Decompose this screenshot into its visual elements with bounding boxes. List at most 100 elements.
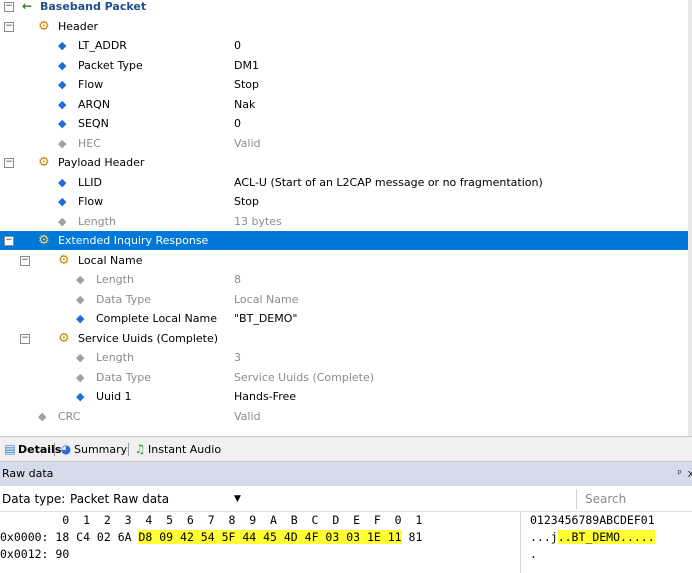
diamond-icon: ◆ [58,215,67,228]
diamond-icon: ◆ [58,39,67,52]
chevron-down-icon[interactable]: ▼ [234,487,241,511]
tree-row[interactable]: ◆ LLID ACL-U (Start of an L2CAP message or… [0,173,688,192]
gear-icon: ⚙ [38,155,50,170]
gear-icon: ⚙ [58,331,70,346]
tab-instant-audio[interactable]: ♫ Instant Audio [132,437,221,461]
tree-row[interactable]: ◆ Length 13 bytes [0,212,688,231]
hex-bytes-highlighted: D8 09 42 54 5F 44 45 4D 4F 03 03 1E 11 [138,530,402,544]
tree-row-label: Data Type [96,371,152,384]
hex-row: 0x0012: 90 [0,546,69,563]
diamond-icon: ◆ [76,371,85,384]
tree-row[interactable]: ◆ Data Type Service Uuids (Complete) [0,368,688,387]
diamond-icon: ◆ [76,293,85,306]
tree-row-value: 0 [234,39,241,52]
diamond-icon: ◆ [58,137,67,150]
tree-row-label: Data Type [96,293,152,306]
tree-row[interactable]: ⚙ Header [0,17,688,36]
ascii-row: ...j..BT_DEMO..... [530,529,655,546]
hex-ascii-divider [520,512,521,573]
tree-row-label: CRC [58,410,81,423]
diamond-icon: ◆ [38,410,47,423]
raw-data-title-bar: Raw data ᵖ x [0,462,692,486]
tree-row[interactable]: ◆ Packet Type DM1 [0,56,688,75]
music-note-icon: ♫ [134,442,146,456]
tree-row[interactable]: ◆ CRC Valid [0,407,688,426]
search-input[interactable]: Search [576,489,692,509]
tree-row[interactable]: ◆ ARQN Nak [0,95,688,114]
tree-row[interactable]: ⚙ Local Name [0,251,688,270]
tree-row-label: Service Uuids (Complete) [78,332,219,345]
tree-row[interactable]: ⚙ Service Uuids (Complete) [0,329,688,348]
gear-icon: ⚙ [38,233,50,248]
tree-row[interactable]: ◆ Data Type Local Name [0,290,688,309]
tree-scrollbar[interactable] [688,0,692,436]
collapse-toggle-icon[interactable] [4,158,14,168]
tab-details[interactable]: ▤ Details [2,437,61,461]
tree-row[interactable]: ◆ Uuid 1 Hands-Free [0,387,688,406]
tree-row-label: ARQN [78,98,111,111]
tree-row-value: Stop [234,78,260,91]
diamond-icon: ◆ [58,78,67,91]
arrow-left-icon: ← [22,0,33,13]
tree-row-label: Local Name [78,254,143,267]
ascii-text: . [530,547,537,561]
tree-row-label: Baseband Packet [40,0,147,13]
ascii-text: ...j [530,530,558,544]
hex-column-header: 0 1 2 3 4 5 6 7 8 9 A B C D E F 0 1 [0,513,423,527]
summary-icon: ◕ [60,442,72,456]
ascii-text-highlighted: ..BT_DEMO..... [557,530,655,544]
tab-summary[interactable]: ◕ Summary [58,437,127,461]
tree-row[interactable]: ← Baseband Packet [0,0,688,16]
tree-row-label: Extended Inquiry Response [58,234,209,247]
diamond-icon: ◆ [76,390,85,403]
diamond-icon: ◆ [58,195,67,208]
tree-row[interactable]: ⚙ Payload Header [0,153,688,172]
collapse-toggle-icon[interactable] [4,236,14,246]
packet-detail-tree[interactable]: ← Baseband Packet ⚙ Header ◆ LT_ADDR 0 ◆ Packet … [0,0,688,436]
tree-row-label: Flow [78,78,104,91]
tree-row-label: Packet Type [78,59,143,72]
diamond-icon: ◆ [58,98,67,111]
collapse-toggle-icon[interactable] [4,22,14,32]
data-type-select[interactable]: Packet Raw data [70,487,169,511]
collapse-toggle-icon[interactable] [20,334,30,344]
pin-icon[interactable]: ᵖ [677,462,682,486]
diamond-icon: ◆ [76,351,85,364]
tab-separator [54,443,55,456]
tree-row-value: Valid [234,137,261,150]
tree-row-value: 0 [234,117,241,130]
hex-bytes: 18 C4 02 6A [48,530,139,544]
tree-row-label: Header [58,20,99,33]
tree-row-value: Valid [234,410,261,423]
tree-row-label: Complete Local Name [96,312,217,325]
ascii-row: . [530,546,537,563]
hex-address: 0x0012: [0,547,49,561]
bottom-tab-strip: ▤ Details ◕ Summary ♫ Instant Audio [0,436,692,462]
tree-row-value: "BT_DEMO" [234,312,298,325]
tree-row-value: ACL-U (Start of an L2CAP message or no f… [234,176,543,189]
tree-row[interactable]: ◆ Length 8 [0,270,688,289]
ascii-column-header: 0123456789ABCDEF01 [530,513,655,527]
diamond-icon: ◆ [58,176,67,189]
details-icon: ▤ [4,442,16,456]
tree-row-label: Payload Header [58,156,145,169]
tree-row[interactable]: ◆ LT_ADDR 0 [0,36,688,55]
collapse-toggle-icon[interactable] [20,256,30,266]
collapse-toggle-icon[interactable] [4,2,14,12]
tree-row-label: LT_ADDR [78,39,127,52]
tree-row-value: 3 [234,351,241,364]
tree-row-value: 13 bytes [234,215,282,228]
tab-separator [128,443,129,456]
tree-row-label: Length [78,215,116,228]
tree-row[interactable]: ◆ HEC Valid [0,134,688,153]
tree-row[interactable]: ◆ Complete Local Name "BT_DEMO" [0,309,688,328]
tree-row[interactable]: ◆ Flow Stop [0,192,688,211]
tree-row[interactable]: ⚙ Extended Inquiry Response [0,231,688,250]
tree-row[interactable]: ◆ Length 3 [0,348,688,367]
hex-bytes: 90 [48,547,70,561]
tree-row[interactable]: ◆ SEQN 0 [0,114,688,133]
close-icon[interactable]: x [687,462,692,486]
hex-viewer[interactable]: 0 1 2 3 4 5 6 7 8 9 A B C D E F 0 1 0123… [0,512,692,573]
tree-row-label: LLID [78,176,102,189]
tree-row[interactable]: ◆ Flow Stop [0,75,688,94]
